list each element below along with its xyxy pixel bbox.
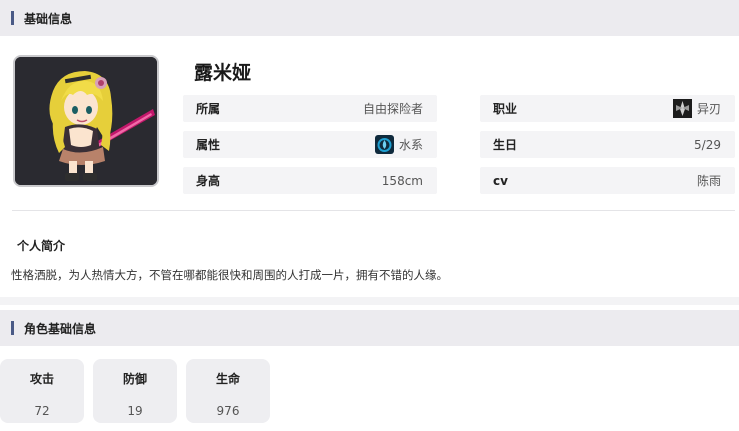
stat-card-defense: 防御 19: [93, 359, 177, 423]
basic-info-title: 基础信息: [24, 11, 73, 26]
cv-label: cv: [493, 173, 508, 188]
stat-label: 防御: [122, 372, 147, 386]
faction-label: 所属: [196, 102, 221, 116]
element-label: 属性: [196, 138, 221, 152]
height-value: 158cm: [381, 173, 423, 188]
blade-class-icon: [672, 99, 692, 118]
info-birthday: 生日 5/29: [480, 131, 735, 158]
stat-card-hp: 生命 976: [186, 359, 270, 423]
water-element-icon: [374, 135, 394, 154]
class-value: 异刃: [696, 102, 721, 116]
stats-header: 角色基础信息: [0, 310, 739, 346]
info-faction: 所属 自由探险者: [183, 95, 437, 122]
stat-card-attack: 攻击 72: [0, 359, 84, 423]
info-class: 职业 异刃: [480, 95, 735, 122]
class-value-wrap: 异刃: [672, 99, 721, 118]
faction-value: 自由探险者: [362, 102, 423, 116]
class-label: 职业: [493, 102, 518, 116]
basic-info-header: 基础信息: [0, 0, 739, 36]
info-element: 属性 水系: [183, 131, 437, 158]
stat-value: 72: [34, 404, 50, 418]
info-cv: cv 陈雨: [480, 167, 735, 194]
intro-text: 性格洒脱，为人热情大方，不管在哪都能很快和周围的人打成一片，拥有不错的人缘。: [11, 268, 448, 282]
section-divider: [12, 210, 735, 211]
info-height: 身高 158cm: [183, 167, 437, 194]
stat-value: 19: [127, 404, 143, 418]
stat-label: 生命: [215, 372, 240, 386]
character-name: 露米娅: [194, 62, 252, 84]
birthday-label: 生日: [493, 138, 518, 152]
birthday-value: 5/29: [694, 137, 721, 152]
intro-title: 个人简介: [17, 239, 66, 253]
stats-title: 角色基础信息: [24, 321, 97, 336]
cv-value: 陈雨: [696, 174, 721, 188]
section-accent-bar: [11, 321, 14, 335]
section-accent-bar: [11, 11, 14, 25]
stat-label: 攻击: [29, 372, 54, 386]
element-value-wrap: 水系: [374, 135, 423, 154]
element-value: 水系: [398, 138, 423, 152]
separator-band: [0, 297, 739, 305]
stat-value: 976: [216, 404, 240, 418]
character-portrait: [13, 55, 159, 187]
height-label: 身高: [196, 174, 221, 188]
